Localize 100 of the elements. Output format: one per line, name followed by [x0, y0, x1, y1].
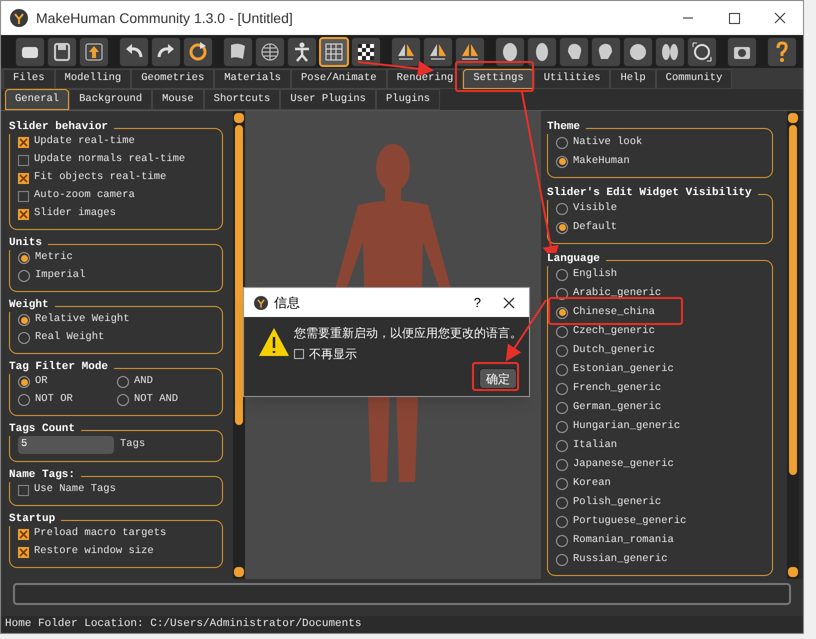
toolbar-button[interactable] [559, 36, 589, 66]
radio-button[interactable] [18, 376, 30, 388]
checkbox[interactable] [18, 528, 29, 540]
checkbox[interactable] [18, 190, 29, 202]
tab[interactable]: Plugins [376, 89, 440, 110]
tab[interactable]: Files [3, 69, 55, 89]
option-label: Real Weight [35, 330, 104, 346]
radio-button[interactable] [18, 394, 30, 406]
checkbox-label: 不再显示 [309, 346, 357, 363]
option-label: Romanian_romania [573, 532, 674, 548]
tab[interactable]: Mouse [152, 89, 204, 110]
toolbar-button[interactable] [655, 36, 685, 66]
app-logo-icon [254, 296, 268, 310]
help-button[interactable]: ? [474, 292, 481, 312]
toolbar-button[interactable] [255, 36, 285, 66]
radio-button[interactable] [556, 222, 568, 234]
status-text: Home Folder Location: C:/Users/Administrator/Documents [5, 617, 362, 632]
tab[interactable]: Modelling [54, 69, 132, 89]
option-label: OR [35, 374, 48, 390]
dialog-message: 您需要重新启动，以便应用您更改的语言。 [294, 325, 523, 342]
toolbar-button[interactable] [151, 36, 181, 66]
tab[interactable]: General [5, 89, 70, 110]
radio-button[interactable] [18, 270, 30, 282]
toolbar-button[interactable] [223, 36, 253, 66]
toolbar-button[interactable] [767, 36, 797, 66]
radio-button[interactable] [556, 402, 568, 414]
radio-button[interactable] [117, 394, 129, 406]
group-title: Weight [9, 299, 55, 312]
radio-button[interactable] [556, 458, 568, 470]
tab[interactable]: Background [69, 89, 152, 110]
checkbox[interactable] [18, 154, 29, 166]
radio-button[interactable] [556, 534, 568, 546]
tab[interactable]: Materials [214, 69, 291, 89]
radio-button[interactable] [556, 382, 568, 394]
radio-button[interactable] [556, 478, 568, 490]
radio-button[interactable] [556, 268, 568, 280]
toolbar-button[interactable] [455, 36, 485, 66]
option-label: Dutch_generic [573, 342, 655, 358]
toolbar-button[interactable] [623, 36, 653, 66]
toolbar-button[interactable] [423, 36, 453, 66]
radio-button[interactable] [556, 156, 568, 168]
highlight-frame [472, 362, 519, 391]
checkbox[interactable] [18, 208, 29, 220]
toolbar-button[interactable] [687, 36, 717, 66]
checkbox[interactable] [18, 484, 29, 496]
tab[interactable]: Community [656, 69, 732, 89]
ok-button[interactable]: 确定 [479, 368, 517, 389]
radio-button[interactable] [18, 332, 30, 344]
toolbar-button[interactable] [47, 36, 77, 66]
toolbar-button[interactable] [391, 36, 421, 66]
tab[interactable]: Geometries [131, 69, 214, 89]
tab[interactable]: Utilities [534, 69, 610, 89]
option-label: Portuguese_generic [573, 514, 686, 529]
checkbox[interactable] [18, 172, 29, 184]
checkbox[interactable] [18, 136, 29, 148]
radio-button[interactable] [556, 288, 568, 300]
toolbar-button[interactable] [287, 36, 317, 66]
toolbar-button[interactable] [495, 36, 525, 66]
toolbar-button[interactable] [527, 36, 557, 66]
radio-button[interactable] [556, 306, 568, 318]
tab[interactable]: User Plugins [280, 89, 376, 110]
toolbar-button[interactable] [183, 36, 213, 66]
toolbar-button[interactable] [591, 36, 621, 66]
radio-button[interactable] [556, 202, 568, 214]
option-label: Italian [573, 438, 618, 453]
radio-button[interactable] [556, 326, 568, 338]
option-label: Relative Weight [35, 312, 130, 328]
checkbox[interactable] [18, 546, 29, 558]
radio-button[interactable] [556, 496, 568, 508]
scrollbar[interactable] [787, 111, 799, 579]
tab[interactable]: Settings [463, 69, 534, 89]
toolbar-button[interactable] [727, 36, 757, 66]
toolbar-button[interactable] [351, 36, 381, 66]
tab[interactable]: Shortcuts [204, 89, 280, 110]
tab[interactable]: Help [610, 69, 656, 89]
radio-button[interactable] [556, 344, 568, 356]
radio-button[interactable] [556, 364, 568, 376]
toolbar-button[interactable] [319, 36, 349, 66]
app-logo-icon [10, 9, 28, 27]
radio-button[interactable] [556, 440, 568, 452]
scrollbar[interactable] [233, 111, 245, 579]
radio-button[interactable] [18, 314, 30, 326]
radio-button[interactable] [18, 252, 30, 264]
tab[interactable]: Pose/Animate [290, 69, 387, 89]
checkbox[interactable] [294, 349, 304, 359]
option-label: Use Name Tags [34, 482, 116, 498]
radio-button[interactable] [117, 376, 129, 388]
radio-button[interactable] [556, 516, 568, 528]
number-field[interactable]: 5 [18, 436, 114, 454]
close-icon[interactable] [503, 296, 515, 308]
radio-button[interactable] [556, 136, 568, 148]
radio-button[interactable] [556, 420, 568, 432]
option-label: Estonian_generic [573, 362, 674, 377]
toolbar-button[interactable] [79, 36, 109, 66]
tab[interactable]: Rendering [386, 69, 464, 89]
toolbar-button[interactable] [119, 36, 149, 66]
radio-button[interactable] [556, 554, 568, 566]
toolbar-button[interactable] [15, 36, 45, 66]
group-title: Name Tags: [9, 469, 82, 482]
option-label: Polish_generic [573, 494, 662, 510]
